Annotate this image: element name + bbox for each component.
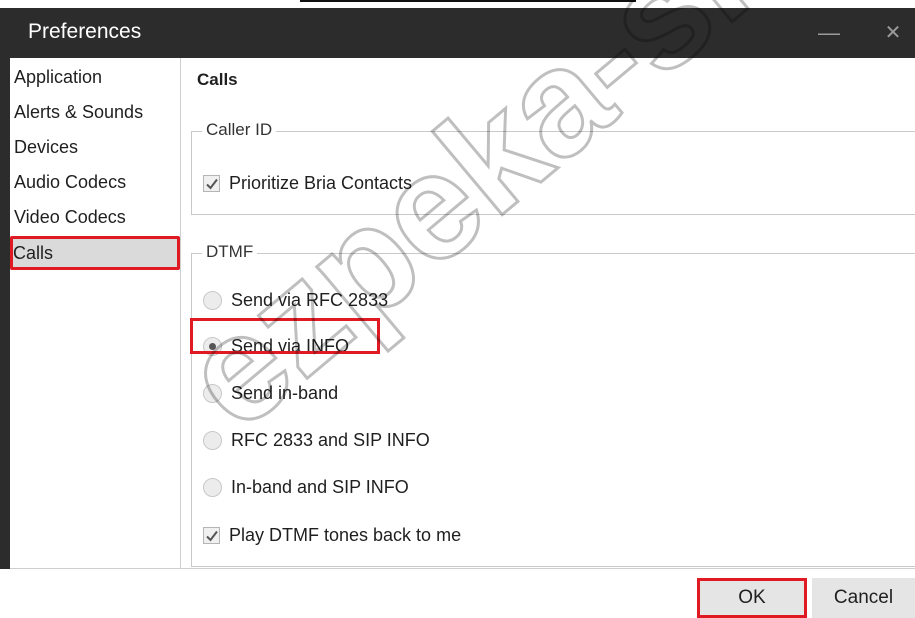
dtmf-group-top-border — [191, 253, 915, 254]
dtmf-option-label: Send in-band — [231, 382, 339, 403]
dtmf-radio-in-band[interactable] — [203, 383, 222, 403]
window-title: Preferences — [28, 20, 142, 43]
sidebar-item-calls[interactable]: Calls — [10, 236, 180, 270]
minimize-button[interactable]: — — [812, 16, 846, 50]
sidebar-item-video-codecs[interactable]: Video Codecs — [12, 200, 178, 234]
section-title: Calls — [197, 70, 238, 89]
dtmf-group-left-border — [191, 253, 192, 566]
caller-id-group-left-border — [191, 131, 192, 214]
cancel-button[interactable]: Cancel — [812, 578, 915, 618]
close-button[interactable]: ✕ — [876, 16, 910, 50]
caller-id-group-label: Caller ID — [202, 120, 277, 140]
ok-button[interactable]: OK — [697, 578, 807, 618]
sidebar-item-alerts-sounds[interactable]: Alerts & Sounds — [12, 95, 178, 129]
play-dtmf-tones-checkbox[interactable] — [203, 526, 220, 544]
calls-settings-panel: Calls Caller ID Prioritize Bria Contacts… — [180, 58, 915, 568]
dtmf-option-label: RFC 2833 and SIP INFO — [231, 429, 430, 450]
sidebar-item-application[interactable]: Application — [12, 60, 178, 94]
dtmf-option-in-band[interactable]: Send in-band — [203, 378, 338, 408]
dtmf-option-rfc2833[interactable]: Send via RFC 2833 — [203, 285, 388, 315]
prioritize-contacts-option[interactable]: Prioritize Bria Contacts — [203, 168, 412, 198]
dtmf-group-bottom-border — [191, 566, 915, 567]
dtmf-option-label: Send via RFC 2833 — [231, 289, 389, 310]
preferences-window: Preferences — ✕ Application Alerts & Sou… — [0, 8, 915, 618]
dtmf-radio-rfc2833[interactable] — [203, 290, 222, 310]
prioritize-contacts-label: Prioritize Bria Contacts — [229, 172, 413, 193]
play-dtmf-tones-option[interactable]: Play DTMF tones back to me — [203, 520, 461, 550]
dtmf-radio-in-band-sip-info[interactable] — [203, 477, 222, 497]
dtmf-radio-rfc2833-sip-info[interactable] — [203, 430, 222, 450]
sidebar-item-devices[interactable]: Devices — [12, 130, 178, 164]
info-option-highlight — [190, 318, 380, 354]
dtmf-option-rfc2833-sip-info[interactable]: RFC 2833 and SIP INFO — [203, 425, 430, 455]
dtmf-option-in-band-sip-info[interactable]: In-band and SIP INFO — [203, 472, 409, 502]
caller-id-group-bottom-border — [191, 214, 915, 215]
preferences-sidebar: Application Alerts & Sounds Devices Audi… — [10, 58, 180, 568]
play-dtmf-tones-label: Play DTMF tones back to me — [229, 524, 462, 545]
caller-id-group-top-border — [191, 131, 915, 132]
dtmf-group-label: DTMF — [202, 242, 258, 262]
dtmf-option-label: In-band and SIP INFO — [231, 476, 409, 497]
top-decor-line — [300, 0, 636, 2]
prioritize-contacts-checkbox[interactable] — [203, 174, 220, 192]
sidebar-item-audio-codecs[interactable]: Audio Codecs — [12, 165, 178, 199]
title-bar[interactable]: Preferences — ✕ — [10, 8, 915, 58]
